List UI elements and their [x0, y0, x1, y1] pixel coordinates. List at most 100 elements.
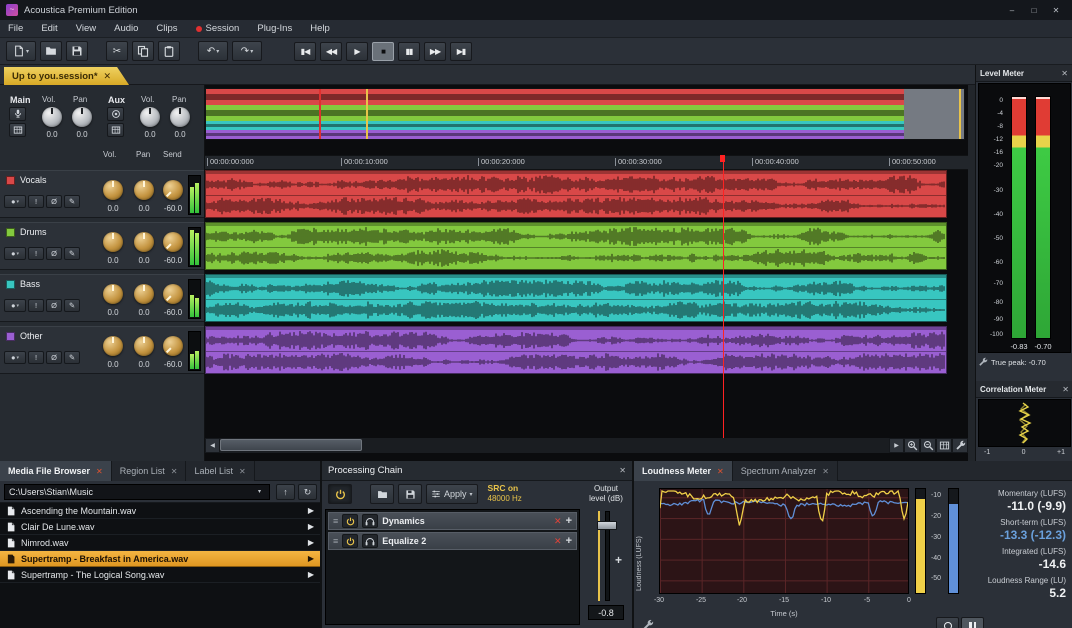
preview-play-icon[interactable]: ▶ [308, 506, 314, 515]
volume-knob[interactable] [103, 232, 123, 252]
track-header-drums[interactable]: Drums ●▾ ! Ø ✎ 0.0 0.0 -60.0 [0, 222, 204, 270]
chain-open-button[interactable] [370, 484, 394, 504]
menu-clips[interactable]: Clips [156, 23, 177, 34]
up-directory-button[interactable]: ↑ [276, 484, 295, 500]
remove-effect-icon[interactable]: ✕ [554, 516, 562, 527]
undo-button[interactable]: ↶▾ [198, 41, 228, 61]
output-level-fader[interactable] [580, 511, 632, 601]
pause-button[interactable]: ▮▮ [398, 42, 420, 61]
audio-clip-bass[interactable] [205, 274, 947, 322]
preview-play-icon[interactable]: ▶ [308, 522, 314, 531]
chain-item[interactable]: ≡ Dynamics ✕ + [328, 512, 577, 530]
aux-pan-knob[interactable] [170, 107, 190, 127]
chain-item[interactable]: ≡ Equalize 2 ✕ + [328, 532, 577, 550]
record-arm-button[interactable]: ●▾ [4, 299, 26, 312]
send-knob[interactable] [163, 284, 183, 304]
send-knob[interactable] [163, 232, 183, 252]
automation-button[interactable]: ✎ [64, 351, 80, 364]
solo-button[interactable]: ! [28, 247, 44, 260]
tab-loudness-meter[interactable]: Loudness Meter✕ [634, 461, 733, 481]
pan-knob[interactable] [134, 284, 154, 304]
canvas-settings-button[interactable] [952, 438, 968, 453]
add-effect-icon[interactable]: + [566, 535, 572, 547]
wrench-icon[interactable] [642, 619, 654, 628]
record-arm-button[interactable]: ●▾ [4, 247, 26, 260]
automation-button[interactable]: ✎ [64, 195, 80, 208]
main-pan-knob[interactable] [72, 107, 92, 127]
audio-clip-vocals[interactable] [205, 170, 947, 218]
pan-knob[interactable] [134, 336, 154, 356]
apply-button[interactable]: Apply▾ [426, 484, 478, 504]
automation-button[interactable]: ✎ [64, 299, 80, 312]
skip-to-end-button[interactable]: ▶▮ [450, 42, 472, 61]
minimize-button[interactable]: – [1002, 3, 1022, 17]
close-icon[interactable]: ✕ [619, 466, 626, 475]
effect-power-button[interactable] [342, 534, 358, 548]
open-button[interactable] [40, 41, 62, 61]
scroll-right-button[interactable]: ▶ [889, 438, 904, 453]
file-row[interactable]: Clair De Lune.wav ▶ [0, 519, 320, 535]
preview-play-icon[interactable]: ▶ [308, 570, 314, 579]
volume-knob[interactable] [103, 284, 123, 304]
preview-play-icon[interactable]: ▶ [308, 538, 314, 547]
close-icon[interactable]: ✕ [96, 467, 103, 476]
send-knob[interactable] [163, 336, 183, 356]
path-input[interactable] [4, 484, 270, 500]
aux-volume-knob[interactable] [140, 107, 160, 127]
main-record-mic-button[interactable] [9, 107, 26, 121]
record-arm-button[interactable]: ●▾ [4, 195, 26, 208]
remove-effect-icon[interactable]: ✕ [554, 536, 562, 547]
refresh-button[interactable]: ↻ [298, 484, 317, 500]
automation-button[interactable]: ✎ [64, 247, 80, 260]
main-volume-knob[interactable] [42, 107, 62, 127]
chain-power-button[interactable] [328, 484, 352, 504]
mute-button[interactable]: Ø [46, 299, 62, 312]
playhead-marker[interactable] [720, 155, 725, 162]
meter-reset-button[interactable] [936, 617, 959, 628]
send-knob[interactable] [163, 180, 183, 200]
tab-region-list[interactable]: Region List✕ [112, 461, 187, 481]
stop-button[interactable]: ■ [372, 42, 394, 61]
aux-dial-button[interactable] [107, 107, 124, 121]
main-clip-grid-button[interactable] [9, 123, 26, 137]
close-button[interactable]: ✕ [1046, 3, 1066, 17]
preview-play-icon[interactable]: ▶ [308, 554, 314, 563]
effect-listen-button[interactable] [362, 534, 378, 548]
drag-handle-icon[interactable]: ≡ [333, 536, 338, 546]
close-icon[interactable]: ✕ [717, 467, 724, 476]
solo-button[interactable]: ! [28, 299, 44, 312]
pan-knob[interactable] [134, 180, 154, 200]
effect-power-button[interactable] [342, 514, 358, 528]
file-row[interactable]: Ascending the Mountain.wav ▶ [0, 503, 320, 519]
menu-edit[interactable]: Edit [41, 23, 57, 34]
close-icon[interactable]: ✕ [1062, 385, 1069, 394]
playhead[interactable] [723, 155, 724, 438]
cut-button[interactable]: ✂ [106, 41, 128, 61]
paste-button[interactable] [158, 41, 180, 61]
redo-button[interactable]: ↷▾ [232, 41, 262, 61]
mute-button[interactable]: Ø [46, 351, 62, 364]
drag-handle-icon[interactable]: ≡ [333, 516, 338, 526]
session-tab[interactable]: Up to you.session* ✕ [4, 67, 129, 85]
file-row-selected[interactable]: Supertramp - Breakfast in America.wav ▶ [0, 551, 320, 567]
menu-session[interactable]: Session [196, 23, 240, 34]
play-button[interactable]: ▶ [346, 42, 368, 61]
solo-button[interactable]: ! [28, 351, 44, 364]
menu-audio[interactable]: Audio [114, 23, 138, 34]
track-header-bass[interactable]: Bass ●▾ ! Ø ✎ 0.0 0.0 -60.0 [0, 274, 204, 322]
solo-button[interactable]: ! [28, 195, 44, 208]
mute-button[interactable]: Ø [46, 247, 62, 260]
scrollbar-track[interactable] [220, 438, 889, 453]
tab-label-list[interactable]: Label List✕ [186, 461, 254, 481]
audio-clip-other[interactable] [205, 326, 947, 374]
tab-spectrum-analyzer[interactable]: Spectrum Analyzer✕ [733, 461, 838, 481]
maximize-button[interactable]: □ [1024, 3, 1044, 17]
audio-clip-drums[interactable] [205, 222, 947, 270]
close-icon[interactable]: ✕ [104, 71, 112, 82]
menu-view[interactable]: View [76, 23, 96, 34]
menu-plugins[interactable]: Plug-Ins [257, 23, 292, 34]
pan-knob[interactable] [134, 232, 154, 252]
file-row[interactable]: Nimrod.wav ▶ [0, 535, 320, 551]
close-icon[interactable]: ✕ [822, 467, 829, 476]
close-icon[interactable]: ✕ [239, 467, 246, 476]
